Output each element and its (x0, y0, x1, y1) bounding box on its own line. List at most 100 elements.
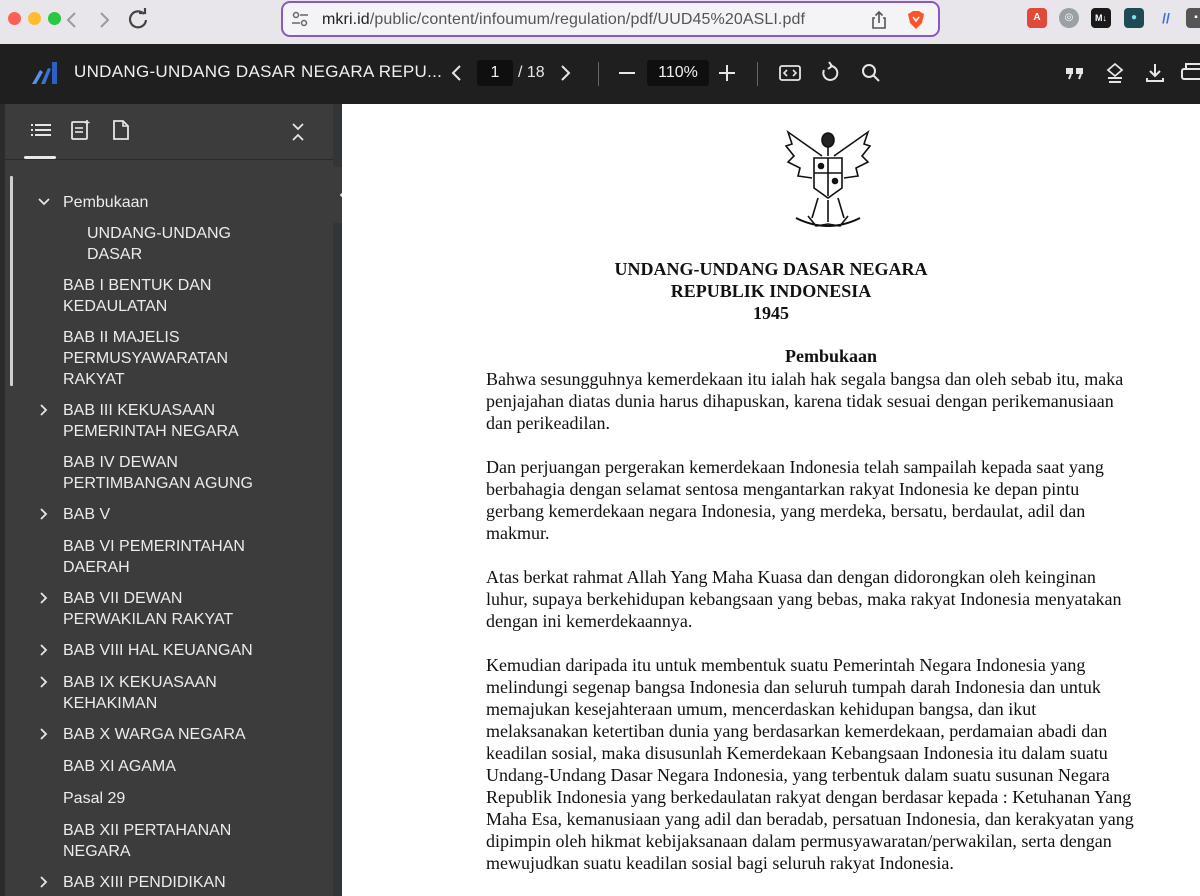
outline-item-label: PERWAKILAN RAKYAT (63, 611, 234, 628)
outline-item-label: KEHAKIMAN (63, 695, 158, 712)
outline-item-label: KEDAULATAN (63, 298, 168, 315)
next-page-button[interactable] (550, 58, 580, 88)
rotate-button[interactable] (815, 58, 845, 88)
search-icon (862, 64, 880, 82)
page-total: / 18 (518, 64, 545, 81)
reload-button[interactable] (124, 5, 152, 33)
text-line: Undang-Undang Dasar Negara Indonesia, ya… (486, 765, 1110, 785)
outline-item[interactable]: BAB V (63, 504, 313, 525)
pdf-extension-icon[interactable]: A (1027, 8, 1047, 28)
zoom-out-button[interactable] (612, 58, 642, 88)
outline-item-label: DASAR (87, 246, 143, 263)
zoom-level-input[interactable]: 110% (647, 60, 709, 86)
quote-icon (1066, 68, 1083, 80)
page-number-input[interactable]: 1 (477, 60, 513, 86)
share-icon[interactable] (870, 10, 888, 30)
close-window-button[interactable] (8, 12, 21, 25)
outline-item[interactable]: BAB XI AGAMA (63, 756, 313, 777)
text-line: berbahagia dengan selamat sentosa mengan… (486, 479, 1080, 499)
outline-item[interactable]: BAB XII PERTAHANAN NEGARA (63, 820, 313, 862)
annotate-button[interactable] (1100, 58, 1130, 88)
outline-item[interactable]: BAB VI PEMERINTAHAN DAERAH (63, 536, 313, 578)
outline-item[interactable]: BAB IV DEWAN PERTIMBANGAN AGUNG (63, 452, 313, 494)
quote-button[interactable] (1060, 58, 1090, 88)
chevron-right-icon[interactable] (37, 675, 51, 689)
outline-item[interactable]: BAB VIII HAL KEUANGAN (63, 640, 313, 661)
chevron-right-icon[interactable] (37, 507, 51, 521)
markdown-extension-icon[interactable]: M↓ (1091, 8, 1111, 28)
outline-item-label: PERMUSYAWARATAN (63, 350, 229, 367)
paragraph: Dan perjuangan pergerakan kemerdekaan In… (486, 456, 1186, 544)
toolbar-divider (757, 62, 758, 86)
outline-item[interactable]: Pasal 29 (63, 788, 313, 809)
text-line: gerbang kemerdekaan negara Indonesia, ya… (486, 501, 1086, 521)
text-line: Republik Indonesia yang berkedaulatan ra… (486, 787, 1132, 807)
pages-tab[interactable] (109, 118, 133, 142)
outline-item[interactable]: BAB II MAJELIS PERMUSYAWARATAN RAKYAT (63, 327, 313, 390)
outline-item-label: BAB V (63, 506, 111, 523)
document-title: UNDANG-UNDANG DASAR NEGARA REPU... (74, 62, 443, 81)
zoom-in-button[interactable] (712, 58, 742, 88)
outline-item-label: BAB IV DEWAN (63, 454, 178, 471)
fit-page-button[interactable] (775, 58, 805, 88)
outline-item[interactable]: BAB III KEKUASAAN PEMERINTAH NEGARA (63, 400, 313, 442)
extension-icon[interactable]: ▪ (1186, 8, 1200, 28)
outline-item[interactable]: BAB I BENTUK DAN KEDAULATAN (63, 275, 313, 317)
download-button[interactable] (1140, 58, 1170, 88)
bot-extension-icon[interactable]: ● (1124, 8, 1144, 28)
outline-item[interactable]: Pembukaan (63, 192, 313, 213)
outline-item-label: RAKYAT (63, 371, 125, 388)
chevron-right-icon[interactable] (37, 591, 51, 605)
outline-item[interactable]: BAB X WARGA NEGARA (63, 724, 313, 745)
chevron-right-icon[interactable] (37, 875, 51, 889)
previous-page-button[interactable] (442, 58, 472, 88)
outline-item-label: BAB VI PEMERINTAHAN (63, 538, 245, 555)
chevron-left-icon (451, 65, 461, 81)
print-icon (1181, 63, 1200, 80)
outline-item[interactable]: BAB VII DEWAN PERWAKILAN RAKYAT (63, 588, 313, 630)
chevron-right-icon[interactable] (37, 727, 51, 741)
sidebar-tabs (5, 104, 333, 160)
outline-item-label: UNDANG-UNDANG (87, 225, 231, 242)
chevron-right-icon[interactable] (37, 643, 51, 657)
brave-shield-icon[interactable] (907, 10, 925, 30)
pdf-page: UNDANG-UNDANG DASAR NEGARA REPUBLIK INDO… (342, 104, 1200, 896)
outline-item[interactable]: BAB XIII PENDIDIKAN (63, 872, 313, 893)
annotations-tab[interactable] (69, 118, 93, 142)
site-info-icon[interactable] (291, 11, 309, 27)
text-line: dengan ini kemerdekaannya. (486, 611, 693, 631)
outline-item-label: BAB IX KEKUASAAN (63, 674, 217, 691)
text-line: makmur. (486, 523, 550, 543)
fit-to-page-icon (779, 65, 801, 81)
app-extension-icon[interactable]: // (1156, 8, 1176, 28)
url-path: /public/content/infoumum/regulation/pdf/… (369, 11, 805, 28)
text-line: penjajahan diatas dunia harus dihapuskan… (486, 391, 1114, 411)
print-button[interactable] (1176, 58, 1200, 88)
forward-button[interactable] (90, 6, 118, 34)
app-logo-icon (32, 62, 57, 84)
outline-item[interactable]: UNDANG-UNDANG DASAR (87, 223, 337, 265)
outline-item-label: PERTIMBANGAN AGUNG (63, 475, 253, 492)
outline-item-label: BAB VIII HAL KEUANGAN (63, 642, 253, 659)
paragraph: Bahwa sesungguhnya kemerdekaan itu ialah… (486, 368, 1186, 434)
text-line: Maha Esa, kemanusiaan yang adil dan bera… (486, 809, 1134, 829)
outline-item-label: BAB III KEKUASAAN (63, 402, 216, 419)
globe-extension-icon[interactable]: ◎ (1059, 8, 1079, 28)
outline-item[interactable]: BAB IX KEKUASAAN KEHAKIMAN (63, 672, 313, 714)
collapse-all-icon[interactable] (289, 120, 307, 144)
url-domain: mkri.id (322, 11, 370, 28)
minimize-window-button[interactable] (28, 12, 41, 25)
plus-icon (719, 65, 735, 81)
text-line: dan perikeadilan. (486, 413, 610, 433)
chevron-right-icon[interactable] (37, 403, 51, 417)
chevron-down-icon[interactable] (37, 195, 51, 209)
search-button[interactable] (856, 58, 886, 88)
minus-icon (619, 72, 635, 74)
outline-item-label: BAB XI AGAMA (63, 758, 176, 775)
address-bar[interactable]: mkri.id/public/content/infoumum/regulati… (281, 1, 940, 37)
sidebar: Pembukaan UNDANG-UNDANG DASAR BAB I BENTUK … (5, 104, 333, 896)
outline-tab[interactable] (29, 118, 53, 142)
back-button[interactable] (58, 6, 86, 34)
toolbar-divider (598, 62, 599, 86)
download-icon (1146, 64, 1164, 82)
